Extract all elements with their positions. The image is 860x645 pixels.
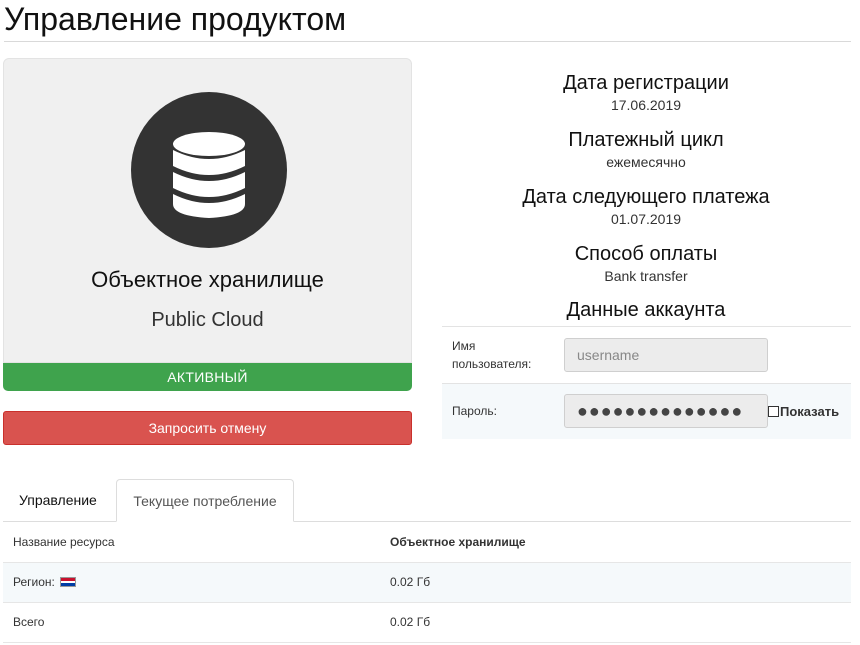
account-details-title: Данные аккаунта xyxy=(566,299,726,321)
table-header-row: Название ресурса Объектное хранилище xyxy=(3,522,851,563)
billing-cycle-label: Платежный цикл xyxy=(568,129,724,151)
username-label-line-2: пользователя: xyxy=(452,357,532,371)
database-icon xyxy=(131,92,287,248)
tab-current-usage[interactable]: Текущее потребление xyxy=(116,479,294,522)
show-password-toggle[interactable]: Показать xyxy=(768,404,839,419)
password-row: Пароль: Показать xyxy=(442,383,851,439)
region-label: Регион: xyxy=(13,575,55,589)
payment-method-label: Способ оплаты xyxy=(574,243,718,265)
product-group: Public Cloud xyxy=(151,309,264,331)
username-label: Имя пользователя: xyxy=(442,326,563,384)
total-value: 0.02 Гб xyxy=(380,602,851,643)
product-card: Объектное хранилище Public Cloud xyxy=(3,58,412,363)
billing-cycle-block: Платежный цикл ежемесячно xyxy=(442,127,850,184)
next-payment-label: Дата следующего платежа xyxy=(522,186,770,208)
region-value: 0.02 Гб xyxy=(380,562,851,603)
region-cell: Регион: xyxy=(3,562,380,603)
product-tabs: Управление Текущее потребление xyxy=(3,479,851,522)
password-label: Пароль: xyxy=(442,383,563,439)
product-name: Объектное хранилище xyxy=(91,267,324,292)
credentials-table: Имя пользователя: Пароль: Показать xyxy=(442,326,851,439)
registration-date-value: 17.06.2019 xyxy=(610,97,682,113)
total-label: Всего xyxy=(3,602,380,643)
payment-method-block: Способ оплаты Bank transfer xyxy=(442,241,850,298)
next-payment-block: Дата следующего платежа 01.07.2019 xyxy=(442,184,850,241)
product-info: Дата регистрации 17.06.2019 Платежный ци… xyxy=(442,70,850,298)
username-field[interactable] xyxy=(564,338,768,372)
title-divider xyxy=(4,41,851,42)
username-row: Имя пользователя: xyxy=(442,326,851,384)
show-password-label: Показать xyxy=(780,403,840,419)
show-password-checkbox[interactable] xyxy=(768,405,779,417)
resource-value-header: Объектное хранилище xyxy=(380,522,851,563)
billing-cycle-value: ежемесячно xyxy=(606,154,686,170)
password-field[interactable] xyxy=(564,394,768,429)
status-badge: АКТИВНЫЙ xyxy=(3,363,412,391)
usage-table: Название ресурса Объектное хранилище Рег… xyxy=(3,522,851,643)
page-title: Управление продуктом xyxy=(4,1,347,37)
payment-method-value: Bank transfer xyxy=(604,268,688,284)
request-cancellation-button[interactable]: Запросить отмену xyxy=(3,411,412,445)
username-label-line-1: Имя xyxy=(452,339,476,353)
resource-name-header: Название ресурса xyxy=(3,522,380,563)
table-row: Регион: 0.02 Гб xyxy=(3,562,851,603)
tab-manage[interactable]: Управление xyxy=(6,479,110,521)
table-row: Всего 0.02 Гб xyxy=(3,602,851,643)
registration-date-block: Дата регистрации 17.06.2019 xyxy=(442,70,850,127)
netherlands-flag-icon xyxy=(60,577,77,587)
registration-date-label: Дата регистрации xyxy=(563,72,729,94)
next-payment-value: 01.07.2019 xyxy=(610,211,682,227)
